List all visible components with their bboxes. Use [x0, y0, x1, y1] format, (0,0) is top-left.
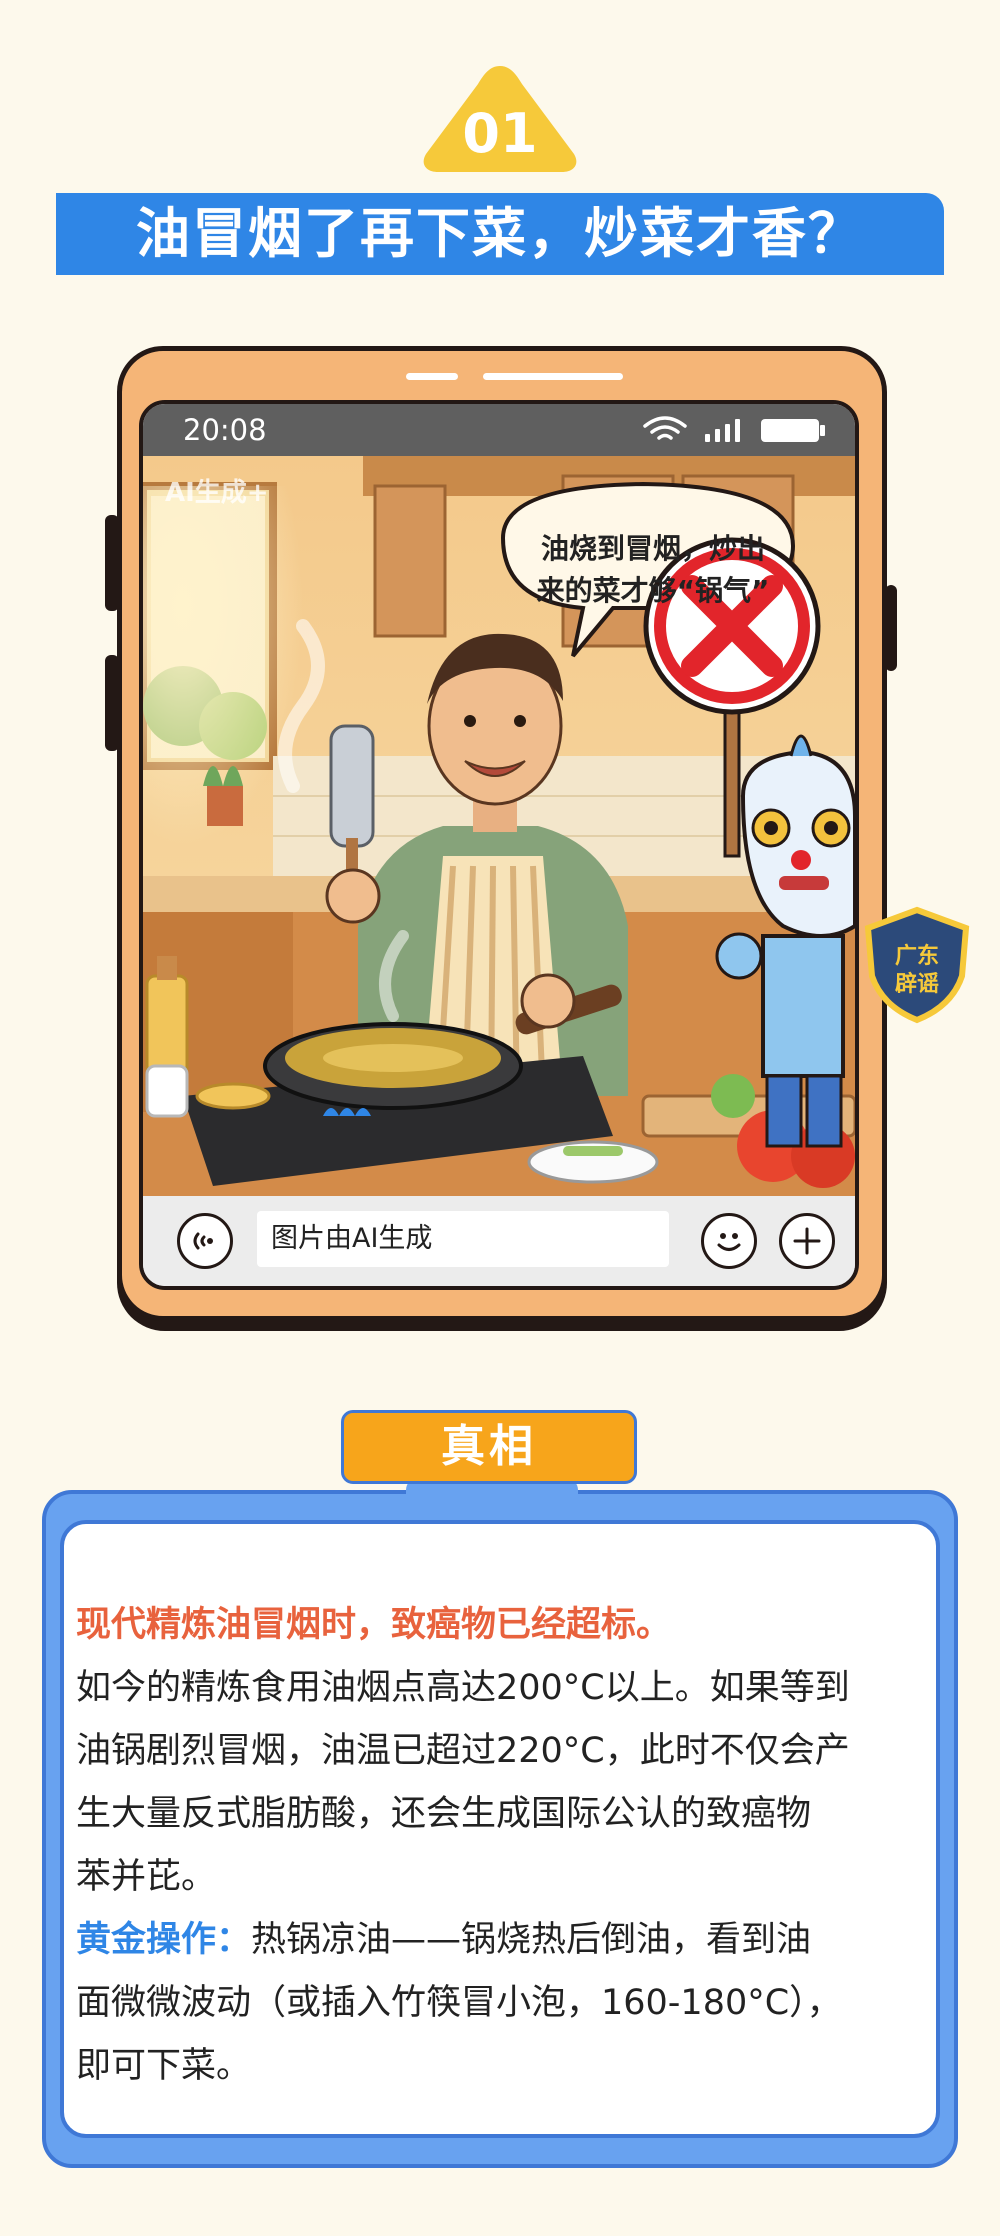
emoji-icon [717, 1233, 741, 1251]
status-bar: 20:08 [143, 404, 855, 456]
ai-watermark: AI生成+ [165, 478, 269, 508]
section-number: 01 [462, 102, 538, 165]
truth-paragraph-line-1: 如今的精炼食用油烟点高达200°C以上。如果等到 [76, 1668, 850, 1708]
speech-bubble-text: 油烧到冒烟，炒出 来的菜才够“锅气” [523, 528, 783, 612]
emoji-button[interactable] [701, 1213, 757, 1269]
speech-bubble-line-2: 来的菜才够“锅气” [536, 574, 770, 607]
voice-icon [193, 1232, 213, 1250]
truth-card-body: 现代精炼油冒烟时，致癌物已经超标。 如今的精炼食用油烟点高达200°C以上。如果… [76, 1594, 932, 2098]
status-icons [643, 416, 825, 442]
section-number-badge: 01 [418, 62, 582, 174]
truth-paragraph-line-2: 油锅剧烈冒烟，油温已超过220°C，此时不仅会产 [76, 1731, 850, 1771]
chat-input-field[interactable]: 图片由AI生成 [257, 1211, 669, 1267]
tip-line-1: 热锅凉油——锅烧热后倒油，看到油 [251, 1920, 812, 1960]
chat-input-bar: 图片由AI生成 [143, 1196, 855, 1286]
speech-bubble-line-1: 油烧到冒烟，炒出 [540, 532, 765, 565]
kitchen-illustration: AI生成+ 油烧到冒烟，炒出 来的菜才够“锅气” [143, 456, 855, 1196]
plus-icon [793, 1227, 821, 1255]
tip-label: 黄金操作： [76, 1920, 252, 1960]
truth-headline: 现代精炼油冒烟时，致癌物已经超标。 [76, 1605, 672, 1645]
truth-paragraph-line-4: 苯并芘。 [76, 1857, 217, 1897]
phone-screen: 20:08 AI生成+ 油烧到冒烟，炒出 来的菜才够“锅气” 图片由AI生成 [139, 400, 859, 1290]
tip-line-3: 即可下菜。 [76, 2046, 252, 2086]
wifi-icon [643, 416, 687, 440]
battery-icon [761, 419, 825, 442]
plus-button[interactable] [779, 1213, 835, 1269]
status-time: 20:08 [183, 413, 267, 447]
tip-line-2: 面微微波动（或插入竹筷冒小泡，160-180°C）， [76, 1983, 842, 2023]
voice-button[interactable] [177, 1213, 233, 1269]
signal-icon [705, 419, 740, 442]
page-title: 油冒烟了再下菜，炒菜才香？ [136, 202, 864, 265]
truth-tab-label: 真相 [441, 1421, 537, 1472]
phone-speaker-left [406, 373, 458, 380]
truth-paragraph-line-3: 生大量反式脂肪酸，还会生成国际公认的致癌物 [76, 1794, 812, 1834]
phone-speaker-right [483, 373, 623, 380]
mascot-shield-badge: 广东 辟谣 [862, 906, 972, 1024]
chat-input-text: 图片由AI生成 [271, 1223, 433, 1254]
mascot-badge-line-2: 辟谣 [894, 972, 939, 997]
title-bar: 油冒烟了再下菜，炒菜才香？ [56, 193, 944, 275]
truth-tab: 真相 [341, 1410, 637, 1484]
